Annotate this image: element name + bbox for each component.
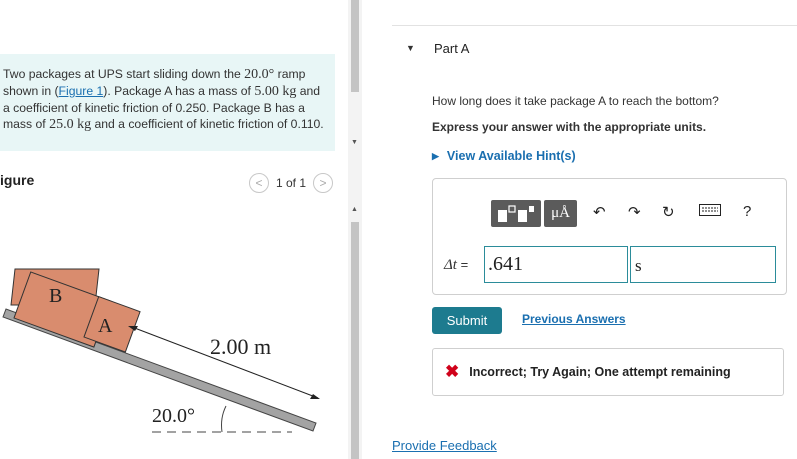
hints-label: View Available Hint(s) [446,149,576,163]
problem-statement: Two packages at UPS start sliding down t… [0,54,335,151]
box-b-label: B [49,285,62,307]
figure-pager: < 1 of 1 > [249,172,334,194]
answer-box: μÅ ↶ ↷ ↻ ? Δt = .641 s [432,178,787,295]
feedback-text: Incorrect; Try Again; One attempt remain… [469,365,731,379]
variable-symbol: Δt [444,257,457,273]
undo-icon[interactable]: ↶ [593,203,606,221]
figure-heading: igure [0,172,35,188]
answer-variable: Δt = [444,257,468,274]
ramp-angle: 20.0° [244,67,275,82]
keyboard-glyph [699,204,721,216]
vertical-scrollbar[interactable]: ▼ ▲ [348,0,362,459]
box-a-label: A [98,315,113,337]
redo-icon[interactable]: ↷ [628,203,641,221]
question-text: How long does it take package A to reach… [432,94,719,108]
next-figure-button[interactable]: > [313,173,334,193]
problem-text: Two packages at UPS start sliding down t… [3,67,245,81]
pager-count: 1 of 1 [276,176,307,190]
scroll-down-icon[interactable]: ▼ [351,139,358,146]
problem-text: and a coefficient of kinetic friction of… [91,117,324,131]
answer-value-input[interactable]: .641 [484,246,628,283]
answer-unit-input[interactable]: s [630,246,776,283]
angle-arc [221,405,227,433]
previous-answers-link[interactable]: Previous Answers [522,312,626,326]
submit-button[interactable]: Submit [432,307,502,334]
feedback-message: ✖ Incorrect; Try Again; One attempt rema… [432,348,784,396]
problem-text: ). Package A has a mass of [103,84,255,98]
help-button[interactable]: ? [743,203,751,220]
scroll-thumb-upper[interactable] [351,0,359,92]
collapse-caret-icon[interactable]: ▼ [406,43,415,53]
hints-toggle[interactable]: ▶ View Available Hint(s) [432,149,576,163]
figure-link[interactable]: Figure 1 [59,84,104,98]
scroll-thumb-lower[interactable] [351,222,359,459]
scroll-up-icon[interactable]: ▲ [351,206,358,213]
template-icon [498,205,534,222]
part-title[interactable]: Part A [434,41,469,56]
provide-feedback-link[interactable]: Provide Feedback [392,438,497,453]
hint-caret-icon: ▶ [432,150,439,161]
divider [392,25,797,26]
length-label: 2.00 m [210,334,271,359]
keyboard-icon[interactable] [699,203,721,220]
equals-sign: = [456,257,469,272]
incorrect-icon: ✖ [445,362,460,381]
reset-icon[interactable]: ↻ [662,203,675,221]
units-button[interactable]: μÅ [544,200,577,227]
arrow-head-right [310,394,320,399]
mass-b: 25.0 kg [49,117,92,132]
template-button[interactable] [491,200,541,227]
instruction-text: Express your answer with the appropriate… [432,120,707,134]
angle-label: 20.0° [152,405,195,427]
ramp-figure: B A 2.00 m 20.0° [2,268,320,433]
mass-a: 5.00 kg [254,84,297,99]
prev-figure-button[interactable]: < [249,173,269,193]
